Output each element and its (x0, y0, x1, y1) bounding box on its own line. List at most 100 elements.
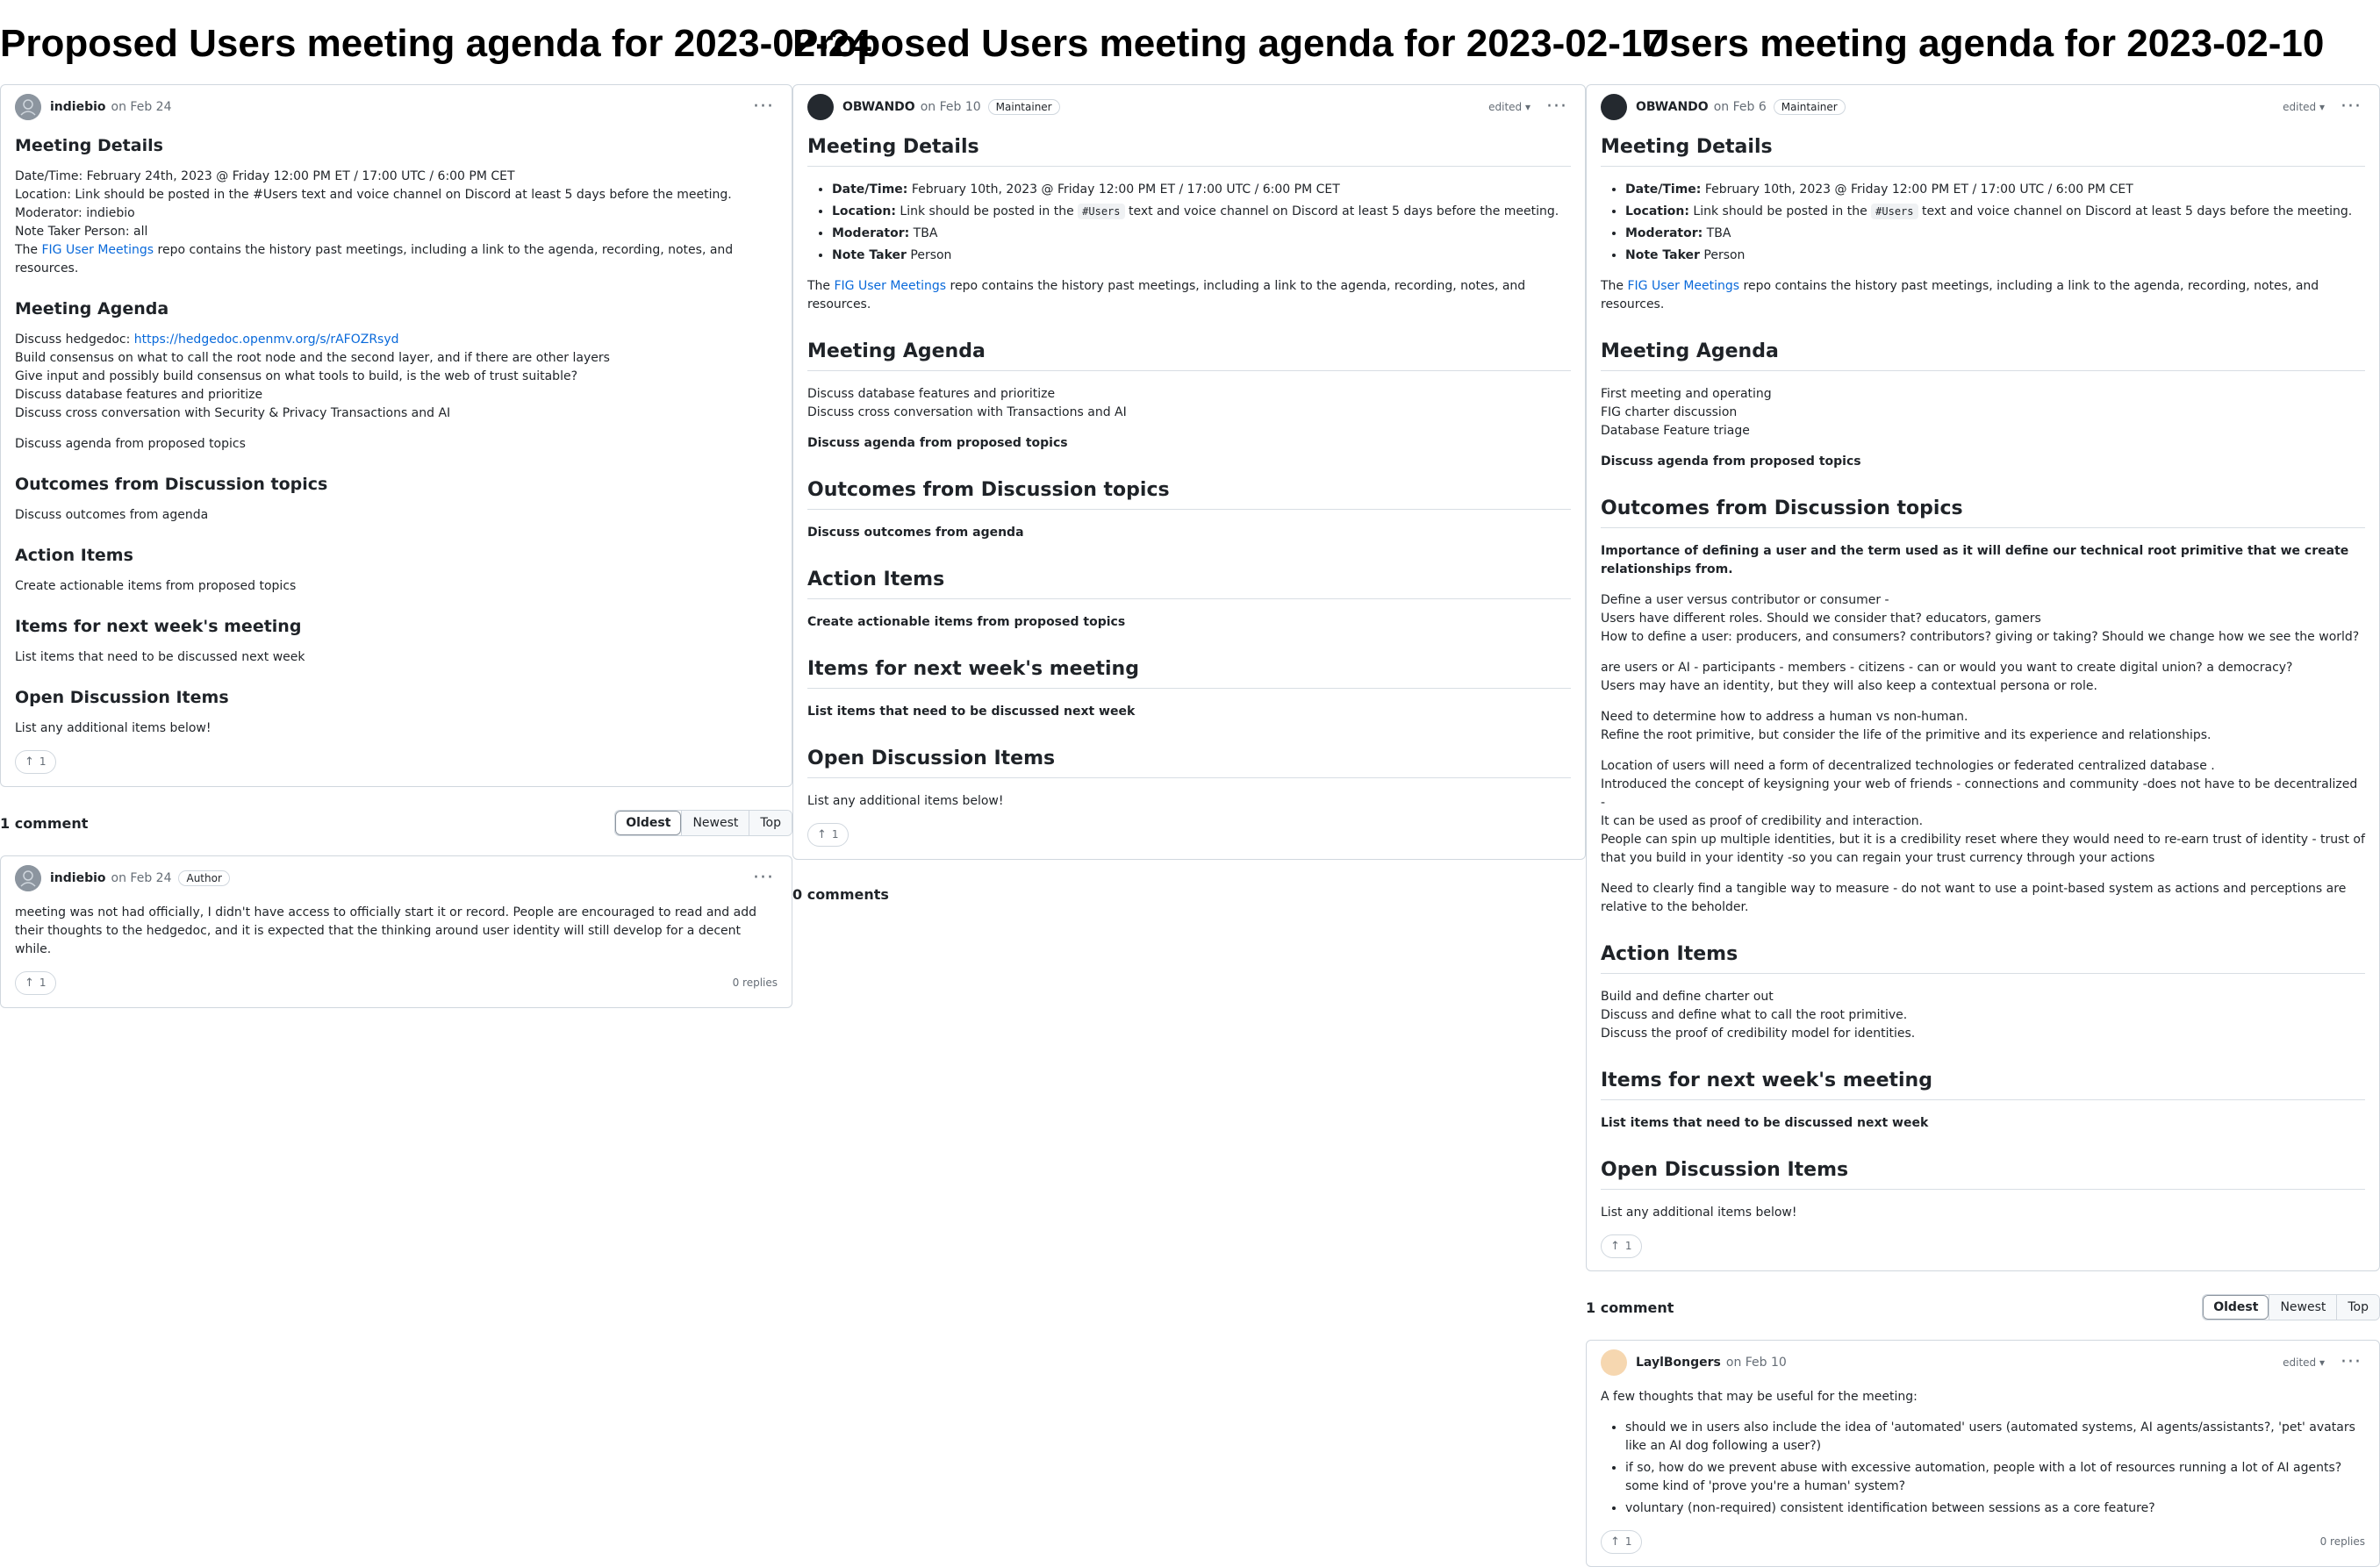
discussion-column-feb-10: Users meeting agenda for 2023-02-10 OBWA… (1586, 0, 2380, 1567)
fig-user-meetings-link[interactable]: FIG User Meetings (835, 279, 947, 293)
avatar[interactable] (807, 94, 834, 120)
default-avatar-icon (15, 865, 41, 891)
agenda-line: Discuss database features and prioritize (15, 388, 263, 402)
arrow-up-icon: ↑ (25, 977, 34, 990)
comment: indiebio on Feb 24 Author ··· meeting wa… (0, 855, 792, 1008)
more-options-icon[interactable]: ··· (753, 869, 774, 888)
agenda-line: Discuss cross conversation with Transact… (807, 405, 1127, 419)
more-options-icon[interactable]: ··· (753, 97, 774, 117)
agenda-block: Discuss database features and prioritize… (807, 385, 1571, 422)
reaction-row: ↑ 1 0 replies (15, 971, 778, 995)
sort-newest[interactable]: Newest (681, 811, 749, 835)
post-body: Meeting Details Date/Time: February 10th… (807, 134, 1571, 847)
author-name[interactable]: OBWANDO (842, 100, 915, 114)
avatar[interactable] (1601, 1349, 1627, 1376)
sort-oldest[interactable]: Oldest (615, 811, 682, 835)
default-avatar-icon (15, 94, 41, 120)
details-value: February 10th, 2023 @ Friday 12:00 PM ET… (1701, 182, 2133, 197)
author-name[interactable]: indiebio (50, 100, 106, 114)
agenda-line: First meeting and operating (1601, 387, 1772, 401)
author-name[interactable]: OBWANDO (1636, 100, 1709, 114)
comment-date[interactable]: on Feb 24 (111, 871, 172, 885)
more-options-icon[interactable]: ··· (1546, 97, 1567, 117)
hedgedoc-line: Discuss hedgedoc: https://hedgedoc.openm… (15, 331, 778, 349)
channel-code: #Users (1871, 204, 1918, 219)
action-line: Build and define charter out (1601, 990, 1774, 1004)
more-options-icon[interactable]: ··· (2341, 1353, 2362, 1372)
outcome-line: Users have different roles. Should we co… (1601, 612, 2041, 626)
more-options-icon[interactable]: ··· (2341, 97, 2362, 117)
upvote-button[interactable]: ↑ 1 (15, 971, 56, 995)
action-line: Discuss the proof of credibility model f… (1601, 1027, 1916, 1041)
upvote-count: 1 (1624, 1240, 1632, 1252)
post-date[interactable]: on Feb 6 (1714, 100, 1767, 114)
action-line: Discuss and define what to call the root… (1601, 1008, 1908, 1022)
repo-line: The FIG User Meetings repo contains the … (807, 277, 1571, 314)
agenda-line: Discuss database features and prioritize (807, 387, 1056, 401)
fig-user-meetings-link[interactable]: FIG User Meetings (1628, 279, 1740, 293)
edited-dropdown[interactable]: edited ▾ (1488, 101, 1531, 113)
heading-meeting-details: Meeting Details (807, 134, 1571, 167)
sort-top[interactable]: Top (749, 811, 792, 835)
edited-dropdown[interactable]: edited ▾ (2283, 1356, 2325, 1369)
open-discussion-text: List any additional items below! (807, 794, 1004, 808)
details-item: Note Taker Person (1625, 247, 2365, 265)
outcome-line: Define a user versus contributor or cons… (1601, 593, 1889, 607)
heading-open-discussion: Open Discussion Items (15, 688, 229, 707)
hedgedoc-link[interactable]: https://hedgedoc.openmv.org/s/rAFOZRsyd (134, 333, 399, 347)
post-date[interactable]: on Feb 24 (111, 100, 172, 114)
edited-dropdown[interactable]: edited ▾ (2283, 101, 2325, 113)
avatar[interactable] (15, 94, 41, 120)
avatar[interactable] (1601, 94, 1627, 120)
upvote-button[interactable]: ↑ 1 (1601, 1530, 1642, 1554)
fig-user-meetings-link[interactable]: FIG User Meetings (42, 243, 154, 257)
post-body: Meeting Details Date/Time: February 10th… (1601, 134, 2365, 1258)
maintainer-badge: Maintainer (987, 99, 1060, 115)
details-line: Note Taker Person: all (15, 225, 148, 239)
arrow-up-icon: ↑ (817, 828, 827, 841)
upvote-button[interactable]: ↑ 1 (1601, 1234, 1642, 1258)
reaction-row: ↑ 1 0 replies (1601, 1530, 2365, 1554)
open-discussion-text: List any additional items below! (15, 721, 211, 735)
comment-header: LaylBongers on Feb 10 edited ▾ ··· (1601, 1348, 2365, 1377)
heading-open-discussion: Open Discussion Items (1601, 1157, 2365, 1190)
outcome-line: Users may have an identity, but they wil… (1601, 679, 2097, 693)
post-date[interactable]: on Feb 10 (921, 100, 981, 114)
sort-newest[interactable]: Newest (2269, 1295, 2337, 1320)
comment-body: A few thoughts that may be useful for th… (1601, 1388, 2365, 1554)
upvote-count: 1 (1624, 1535, 1632, 1548)
upvote-button[interactable]: ↑ 1 (807, 823, 849, 847)
details-value: text and voice channel on Discord at lea… (1918, 204, 2353, 218)
comment-bullet: should we in users also include the idea… (1625, 1419, 2365, 1456)
upvote-button[interactable]: ↑ 1 (15, 750, 56, 774)
details-value: February 10th, 2023 @ Friday 12:00 PM ET… (907, 182, 1340, 197)
agenda-block: Discuss hedgedoc: https://hedgedoc.openm… (15, 331, 778, 423)
outcome-paragraph: Need to determine how to address a human… (1601, 708, 2365, 745)
channel-code: #Users (1078, 204, 1125, 219)
details-list: Date/Time: February 10th, 2023 @ Friday … (1601, 181, 2365, 265)
comment-date[interactable]: on Feb 10 (1726, 1356, 1787, 1370)
sort-oldest[interactable]: Oldest (2203, 1295, 2269, 1320)
details-line: Date/Time: February 24th, 2023 @ Friday … (15, 169, 515, 183)
post-header: indiebio on Feb 24 ··· (15, 92, 778, 122)
details-value: TBA (1703, 226, 1731, 240)
comment-intro: A few thoughts that may be useful for th… (1601, 1390, 1918, 1404)
details-label: Moderator: (1625, 226, 1703, 240)
details-label: Moderator: (832, 226, 910, 240)
post-header: OBWANDO on Feb 10 Maintainer edited ▾ ··… (807, 92, 1571, 122)
author-name[interactable]: LaylBongers (1636, 1356, 1721, 1370)
details-value: Person (1699, 248, 1746, 262)
comment-bullet: voluntary (non-required) consistent iden… (1625, 1499, 2365, 1518)
author-name[interactable]: indiebio (50, 871, 106, 885)
comments-bar: 1 comment Oldest Newest Top (1586, 1292, 2380, 1322)
heading-action-items: Action Items (15, 546, 133, 565)
details-value: Person (906, 248, 952, 262)
next-week-text: List items that need to be discussed nex… (15, 650, 305, 664)
arrow-up-icon: ↑ (1610, 1535, 1620, 1549)
discussion-column-feb-24: Proposed Users meeting agenda for 2023-0… (0, 0, 871, 1008)
replies-count: 0 replies (732, 977, 778, 989)
avatar[interactable] (15, 865, 41, 891)
details-block: Date/Time: February 24th, 2023 @ Friday … (15, 168, 778, 278)
comment-text: meeting was not had officially, I didn't… (15, 905, 756, 956)
sort-top[interactable]: Top (2336, 1295, 2379, 1320)
